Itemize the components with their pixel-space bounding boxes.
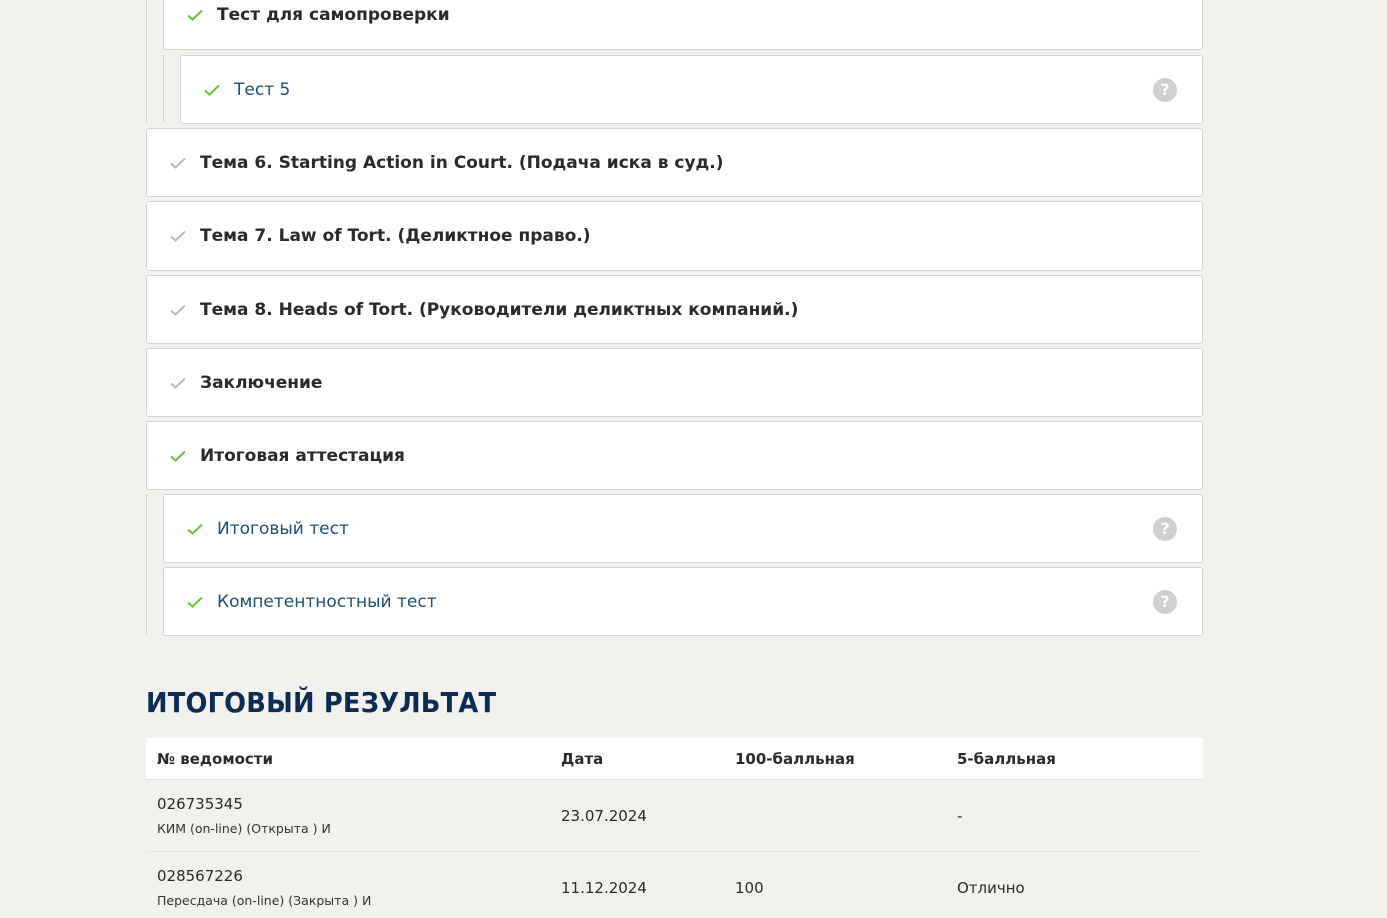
- module-item-topic-8[interactable]: Тема 8. Heads of Tort. (Руководители дел…: [146, 275, 1203, 344]
- help-icon[interactable]: ?: [1153, 77, 1177, 102]
- table-header: № ведомости Дата 100-балльная 5-балльная: [146, 738, 1203, 780]
- module-item-label: Тема 8. Heads of Tort. (Руководители дел…: [200, 299, 799, 320]
- module-item-final-test[interactable]: Итоговый тест ?: [163, 494, 1203, 563]
- check-icon: [169, 229, 187, 243]
- section-title: ИТОГОВЫЙ РЕЗУЛЬТАТ: [146, 686, 497, 719]
- module-item-test-5[interactable]: Тест 5 ?: [180, 55, 1203, 124]
- results-table: № ведомости Дата 100-балльная 5-балльная…: [146, 738, 1203, 918]
- module-item-competency-test[interactable]: Компетентностный тест ?: [163, 567, 1203, 636]
- record-score-5: -: [957, 806, 963, 825]
- module-item-conclusion[interactable]: Заключение: [146, 348, 1203, 417]
- tree-line-level2: [163, 55, 164, 122]
- module-item-label[interactable]: Итоговый тест: [217, 519, 349, 539]
- record-date: 23.07.2024: [561, 806, 647, 825]
- tree-line-level1: [146, 0, 147, 122]
- module-item-label: Заключение: [200, 372, 323, 393]
- record-score-100: 100: [735, 878, 764, 897]
- record-number: 026735345: [157, 795, 243, 813]
- record-number: 028567226: [157, 867, 243, 885]
- module-item-label[interactable]: Тест 5: [234, 80, 290, 100]
- header-score-5: 5-балльная: [957, 749, 1056, 768]
- record-score-5: Отлично: [957, 878, 1025, 897]
- module-item-label: Тест для самопроверки: [217, 5, 450, 25]
- check-icon: [186, 595, 204, 609]
- check-icon: [169, 376, 187, 390]
- record-type: КИМ (on-line) (Открыта ) И: [157, 821, 331, 836]
- module-item-label: Тема 6. Starting Action in Court. (Подач…: [200, 152, 724, 173]
- help-icon[interactable]: ?: [1153, 589, 1177, 614]
- record-date: 11.12.2024: [561, 878, 647, 897]
- table-row: 026735345 КИМ (on-line) (Открыта ) И 23.…: [146, 780, 1203, 852]
- module-item-self-test[interactable]: Тест для самопроверки: [163, 0, 1203, 50]
- module-item-label[interactable]: Компетентностный тест: [217, 592, 437, 612]
- help-icon[interactable]: ?: [1153, 516, 1177, 541]
- check-icon: [203, 83, 221, 97]
- check-icon: [186, 8, 204, 22]
- module-item-topic-6[interactable]: Тема 6. Starting Action in Court. (Подач…: [146, 128, 1203, 197]
- record-type: Пересдача (on-line) (Закрыта ) И: [157, 893, 372, 908]
- module-item-label: Тема 7. Law of Tort. (Деликтное право.): [200, 226, 591, 246]
- module-item-final-attestation[interactable]: Итоговая аттестация: [146, 421, 1203, 490]
- tree-line-final: [146, 494, 147, 634]
- header-date: Дата: [561, 749, 604, 768]
- module-item-label: Итоговая аттестация: [200, 445, 405, 466]
- table-row: 028567226 Пересдача (on-line) (Закрыта )…: [146, 852, 1203, 918]
- header-number: № ведомости: [157, 749, 274, 768]
- check-icon: [169, 156, 187, 170]
- module-item-topic-7[interactable]: Тема 7. Law of Tort. (Деликтное право.): [146, 201, 1203, 271]
- check-icon: [169, 449, 187, 463]
- header-score-100: 100-балльная: [735, 749, 855, 768]
- check-icon: [169, 303, 187, 317]
- check-icon: [186, 522, 204, 536]
